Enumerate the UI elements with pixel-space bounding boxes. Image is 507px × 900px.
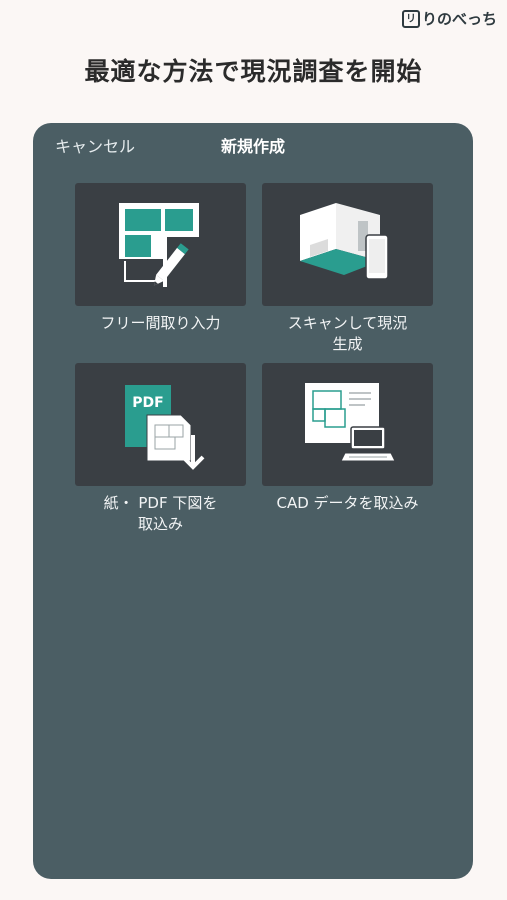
new-project-sheet: キャンセル 新規作成 フリー間取り入力 スキャンして現況 生成 PDF 紙・ P…	[33, 123, 473, 879]
option-label: フリー間取り入力	[100, 314, 221, 332]
logo-mark: リ	[401, 9, 420, 28]
option-cad-import[interactable]: CAD データを取込み	[262, 363, 433, 514]
option-label: 紙・ PDF 下図を 取込み	[103, 494, 218, 533]
option-scan-generate[interactable]: スキャンして現況 生成	[262, 183, 433, 355]
option-thumbnail[interactable]: PDF	[75, 363, 246, 486]
floorplan-pencil-icon	[118, 202, 199, 287]
pdf-text: PDF	[132, 395, 163, 411]
pdf-import-icon: PDF	[124, 384, 204, 470]
room-scan-phone-icon	[299, 202, 389, 280]
cancel-button[interactable]: キャンセル	[55, 133, 135, 157]
option-pdf-import[interactable]: PDF 紙・ PDF 下図を 取込み	[75, 363, 246, 535]
app-logo: リ りのべっち	[401, 8, 497, 29]
page-headline: 最適な方法で現況調査を開始	[84, 57, 423, 86]
option-thumbnail[interactable]	[262, 363, 433, 486]
option-thumbnail[interactable]	[262, 183, 433, 306]
cad-laptop-icon	[304, 382, 396, 461]
option-thumbnail[interactable]	[75, 183, 246, 306]
option-label: スキャンして現況 生成	[287, 314, 408, 353]
logo-text: りのべっち	[421, 10, 497, 28]
option-label: CAD データを取込み	[276, 494, 419, 512]
option-free-floorplan[interactable]: フリー間取り入力	[75, 183, 246, 334]
